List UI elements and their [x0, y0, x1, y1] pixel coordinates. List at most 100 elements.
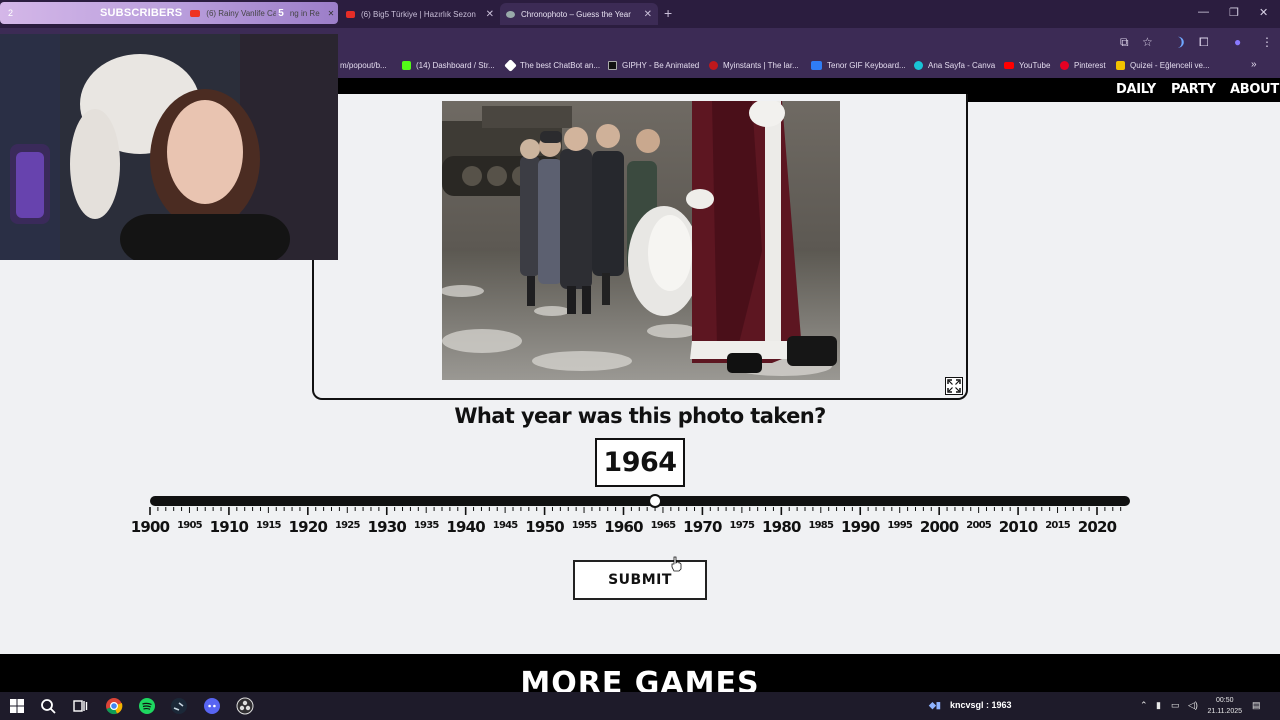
subscribers-overlay: 2 SUBSCRIBERS (6) Rainy Vanlife Camping … — [0, 2, 338, 24]
hand-cursor-icon — [671, 556, 682, 572]
overlay-tail-text: ng in Re — [289, 8, 320, 18]
discord-icon[interactable] — [203, 697, 221, 715]
menu-icon[interactable]: ⋮ — [1261, 35, 1273, 49]
system-clock[interactable]: 00:50 21.11.2025 — [1207, 695, 1242, 717]
slider-label-major: 1970 — [683, 518, 722, 536]
quizei-icon — [1116, 61, 1125, 70]
clock-date: 21.11.2025 — [1207, 708, 1242, 715]
bookmark-item[interactable]: Tenor GIF Keyboard... — [811, 61, 906, 70]
puzzle-icon[interactable]: ⧠ — [1199, 35, 1209, 50]
screen: (6) Big5 Türkiye | Hazırlık Sezon ✕ Chro… — [0, 0, 1280, 720]
expand-icon[interactable] — [945, 377, 963, 395]
obs-icon[interactable] — [236, 697, 254, 715]
subscribers-label: SUBSCRIBERS — [100, 7, 183, 19]
subscribers-count: 5 — [278, 7, 284, 19]
bookmark-item[interactable]: Quizei - Eğlenceli ve... — [1116, 61, 1210, 70]
extension-icon[interactable]: ❩ — [1176, 35, 1186, 49]
bookmark-item[interactable]: Myinstants | The lar... — [709, 61, 799, 70]
youtube-icon — [346, 10, 355, 18]
bookmark-item[interactable]: YouTube — [1004, 61, 1050, 70]
submit-button[interactable]: SUBMIT — [573, 560, 707, 600]
tab-title-under-overlay: (6) Rainy Vanlife Camping in Re — [206, 8, 277, 18]
bookmark-item[interactable]: The best ChatBot an... — [504, 59, 600, 72]
slider-track[interactable] — [150, 496, 1130, 506]
chatbot-icon — [504, 59, 517, 72]
slider-label-major: 2000 — [920, 518, 959, 536]
profile-icon[interactable]: ● — [1234, 35, 1241, 49]
more-games-section: MORE GAMES — [0, 654, 1280, 692]
restore-icon[interactable]: ❐ — [1229, 6, 1239, 19]
webcam-overlay — [0, 34, 338, 260]
overlay-counter: 2 — [8, 8, 14, 18]
kick-icon — [402, 61, 411, 70]
close-icon[interactable]: ✕ — [328, 9, 335, 18]
volume-icon[interactable]: ◁) — [1188, 700, 1198, 711]
slider-thumb[interactable] — [648, 494, 663, 508]
slider-label-major: 1990 — [841, 518, 880, 536]
slider-label-minor: 2015 — [1045, 520, 1070, 531]
tab-big5[interactable]: (6) Big5 Türkiye | Hazırlık Sezon ✕ — [340, 3, 500, 25]
task-view-icon[interactable] — [71, 697, 89, 715]
slider-label-minor: 1955 — [572, 520, 597, 531]
close-icon[interactable]: ✕ — [644, 9, 652, 20]
bookmark-item[interactable]: GIPHY - Be Animated — [608, 61, 699, 70]
tab-title: (6) Big5 Türkiye | Hazırlık Sezon — [361, 9, 476, 19]
star-icon[interactable]: ☆ — [1142, 35, 1153, 49]
translate-icon[interactable]: ⧉ — [1120, 35, 1129, 50]
slider-label-major: 2010 — [999, 518, 1038, 536]
slider-label-major: 1920 — [289, 518, 328, 536]
year-slider-svg[interactable]: 1900 1910 1920 1930 1940 1950 1960 1970 1980 1990… — [0, 490, 1280, 548]
nav-party[interactable]: PARTY — [1171, 82, 1216, 97]
pinterest-icon — [1060, 61, 1069, 70]
more-bookmarks-icon[interactable]: » — [1251, 59, 1257, 70]
microphone-icon[interactable]: ▮ — [1156, 700, 1161, 711]
windows-taskbar: ◆▮ kncvsgl : 1963 ⌃ ▮ ▭ ◁) 00:50 21.11.2… — [0, 692, 1280, 720]
slider-label-minor: 1905 — [177, 520, 202, 531]
slider-label-minor: 1945 — [493, 520, 518, 531]
slider-label-major: 1950 — [525, 518, 564, 536]
nav-daily[interactable]: DAILY — [1116, 82, 1156, 97]
slider-label-minor: 1915 — [256, 520, 281, 531]
search-icon[interactable] — [39, 697, 57, 715]
slider-label-minor: 1985 — [808, 520, 833, 531]
address-partial[interactable]: m/popout/b... — [340, 61, 387, 70]
bookmark-item[interactable]: (14) Dashboard / Str... — [402, 61, 495, 70]
camera-icon — [506, 10, 515, 18]
slider-label-major: 1940 — [446, 518, 485, 536]
chrome-icon[interactable] — [105, 697, 123, 715]
selected-year-display: 1964 — [595, 438, 685, 487]
steam-icon[interactable] — [170, 697, 188, 715]
giphy-icon — [608, 61, 617, 70]
close-window-icon[interactable]: ✕ — [1259, 6, 1268, 19]
slider-label-minor: 1975 — [730, 520, 755, 531]
webcam-feed — [0, 34, 338, 260]
bookmark-item[interactable]: Ana Sayfa - Canva — [914, 61, 995, 70]
windows-start-icon[interactable] — [8, 697, 26, 715]
myinstants-icon — [709, 61, 718, 70]
spotify-icon[interactable] — [138, 697, 156, 715]
nav-about[interactable]: ABOUT — [1230, 82, 1279, 97]
slider-label-minor: 1995 — [887, 520, 912, 531]
tenor-icon — [811, 61, 822, 70]
clock-time: 00:50 — [1215, 697, 1234, 704]
close-icon[interactable]: ✕ — [486, 9, 494, 20]
slider-label-minor: 1925 — [335, 520, 360, 531]
more-games-heading: MORE GAMES — [520, 666, 760, 692]
photo-frame — [312, 94, 968, 400]
canva-icon — [914, 61, 923, 70]
new-tab-button[interactable]: + — [664, 5, 672, 21]
tab-title: Chronophoto – Guess the Year — [521, 9, 631, 19]
slider-label-major: 1960 — [604, 518, 643, 536]
slider-label-minor: 1935 — [414, 520, 439, 531]
bookmark-item[interactable]: Pinterest — [1060, 61, 1106, 70]
network-icon[interactable]: ▭ — [1171, 700, 1180, 711]
minimize-icon[interactable]: — — [1198, 6, 1209, 18]
slider-label-minor: 1965 — [651, 520, 676, 531]
tab-chronophoto[interactable]: Chronophoto – Guess the Year ✕ — [500, 3, 658, 25]
slider-label-major: 1910 — [210, 518, 249, 536]
slider-label-major: 1930 — [367, 518, 406, 536]
tray-expand-icon[interactable]: ⌃ — [1140, 700, 1148, 711]
slider-label-major: 1980 — [762, 518, 801, 536]
year-slider[interactable]: 1900 1910 1920 1930 1940 1950 1960 1970 1980 1990… — [0, 490, 1280, 548]
notification-icon[interactable]: ▤ — [1252, 700, 1261, 711]
